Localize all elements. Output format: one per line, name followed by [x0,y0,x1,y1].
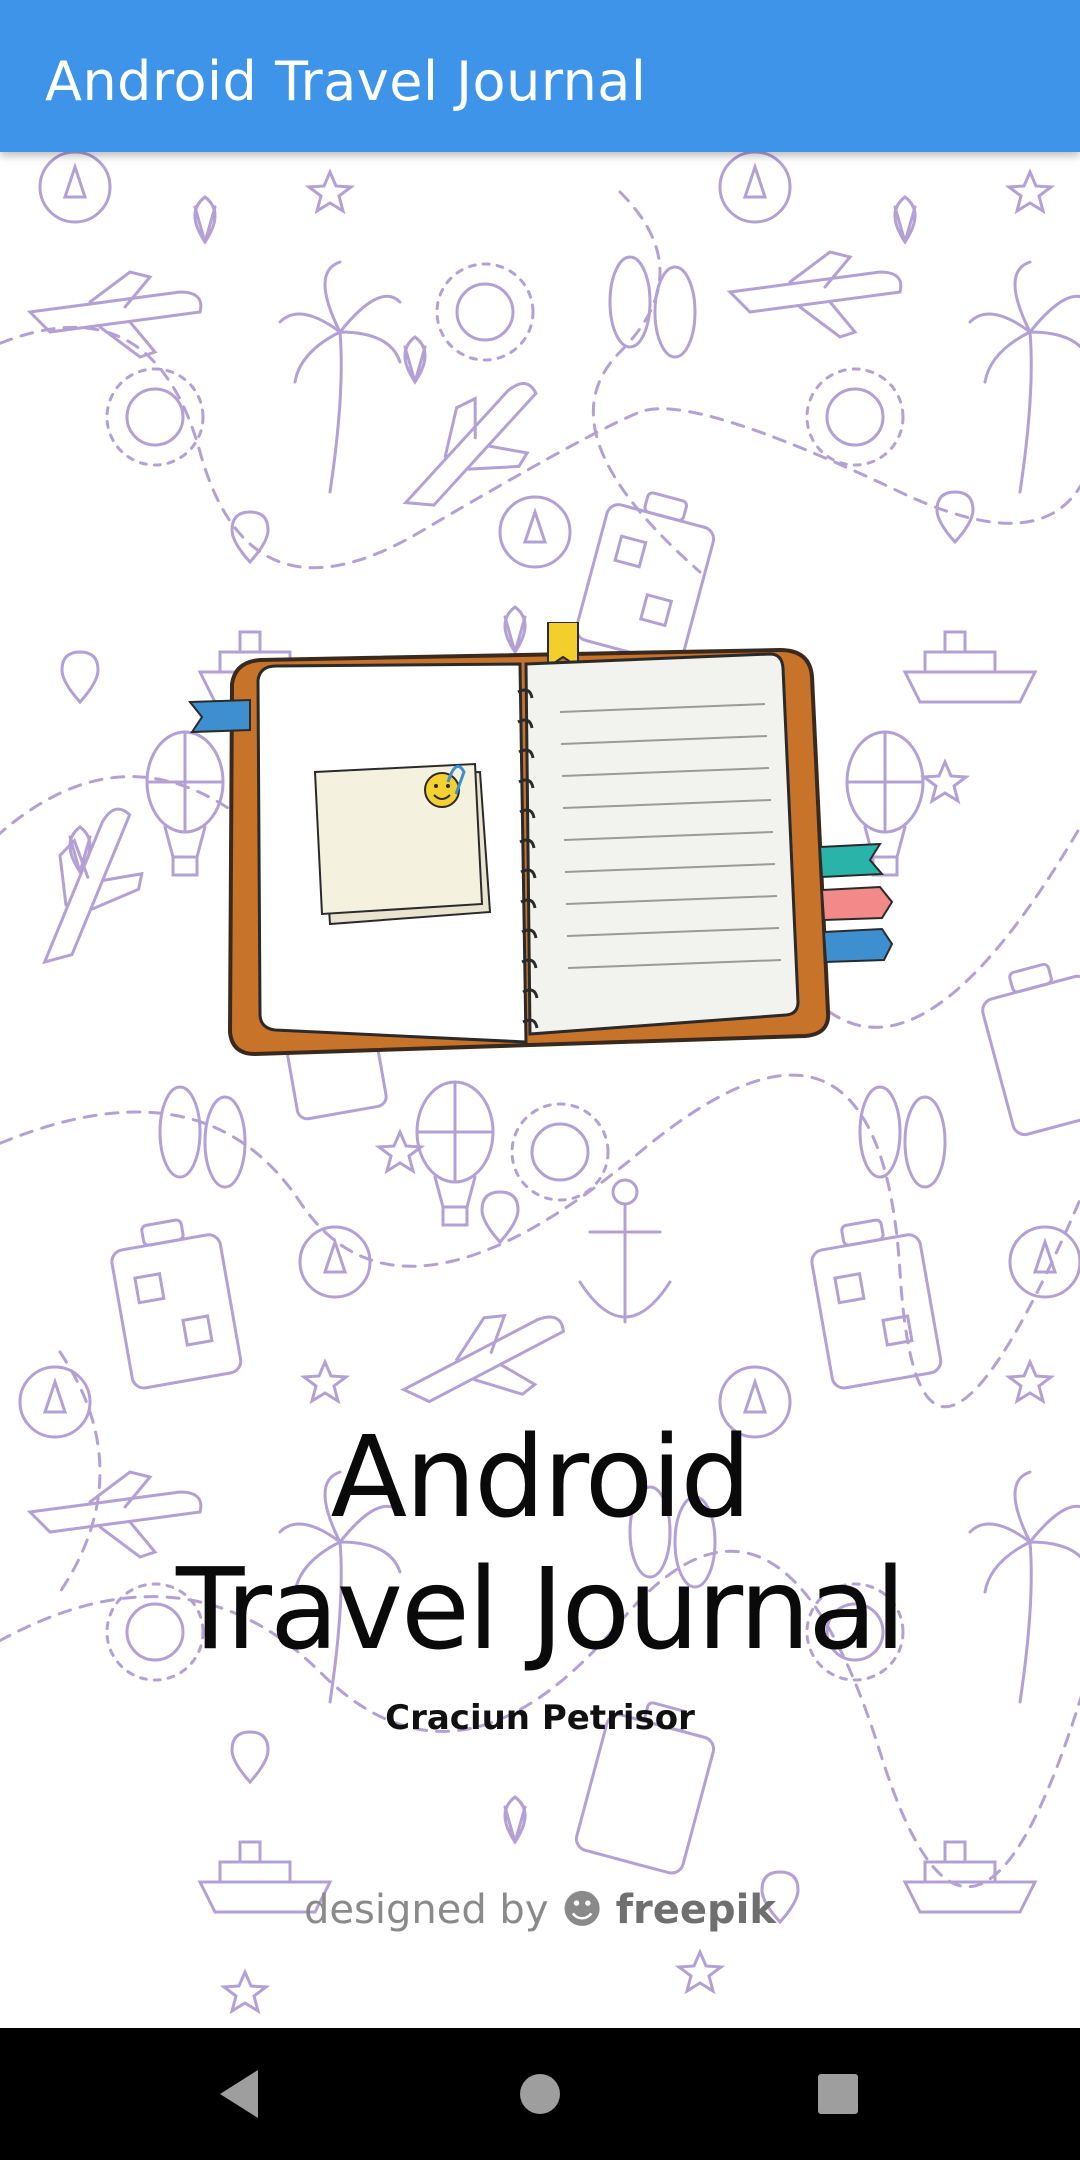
back-triangle-icon[interactable] [210,2064,270,2124]
recents-square-icon[interactable] [808,2064,868,2124]
system-navigation-bar [0,2028,1080,2160]
travel-doodle-background [0,152,1080,2015]
freepik-credit: designed by ☻ freepik [0,1887,1080,1933]
splash-title: Android Travel Journal [176,1413,906,1675]
freepik-logo-icon: ☻ [561,1887,603,1933]
credit-brand: freepik [615,1887,776,1933]
author-name: Craciun Petrisor [385,1698,695,1738]
splash-screen: Android Travel Journal Craciun Petrisor … [0,152,1080,2028]
app-bar: Android Travel Journal [0,0,1080,152]
app-bar-title: Android Travel Journal [45,50,647,113]
home-circle-icon[interactable] [510,2064,570,2124]
credit-prefix: designed by [304,1887,549,1933]
journal-illustration [187,622,894,1057]
splash-title-block: Android Travel Journal Craciun Petrisor [0,1412,1080,1738]
